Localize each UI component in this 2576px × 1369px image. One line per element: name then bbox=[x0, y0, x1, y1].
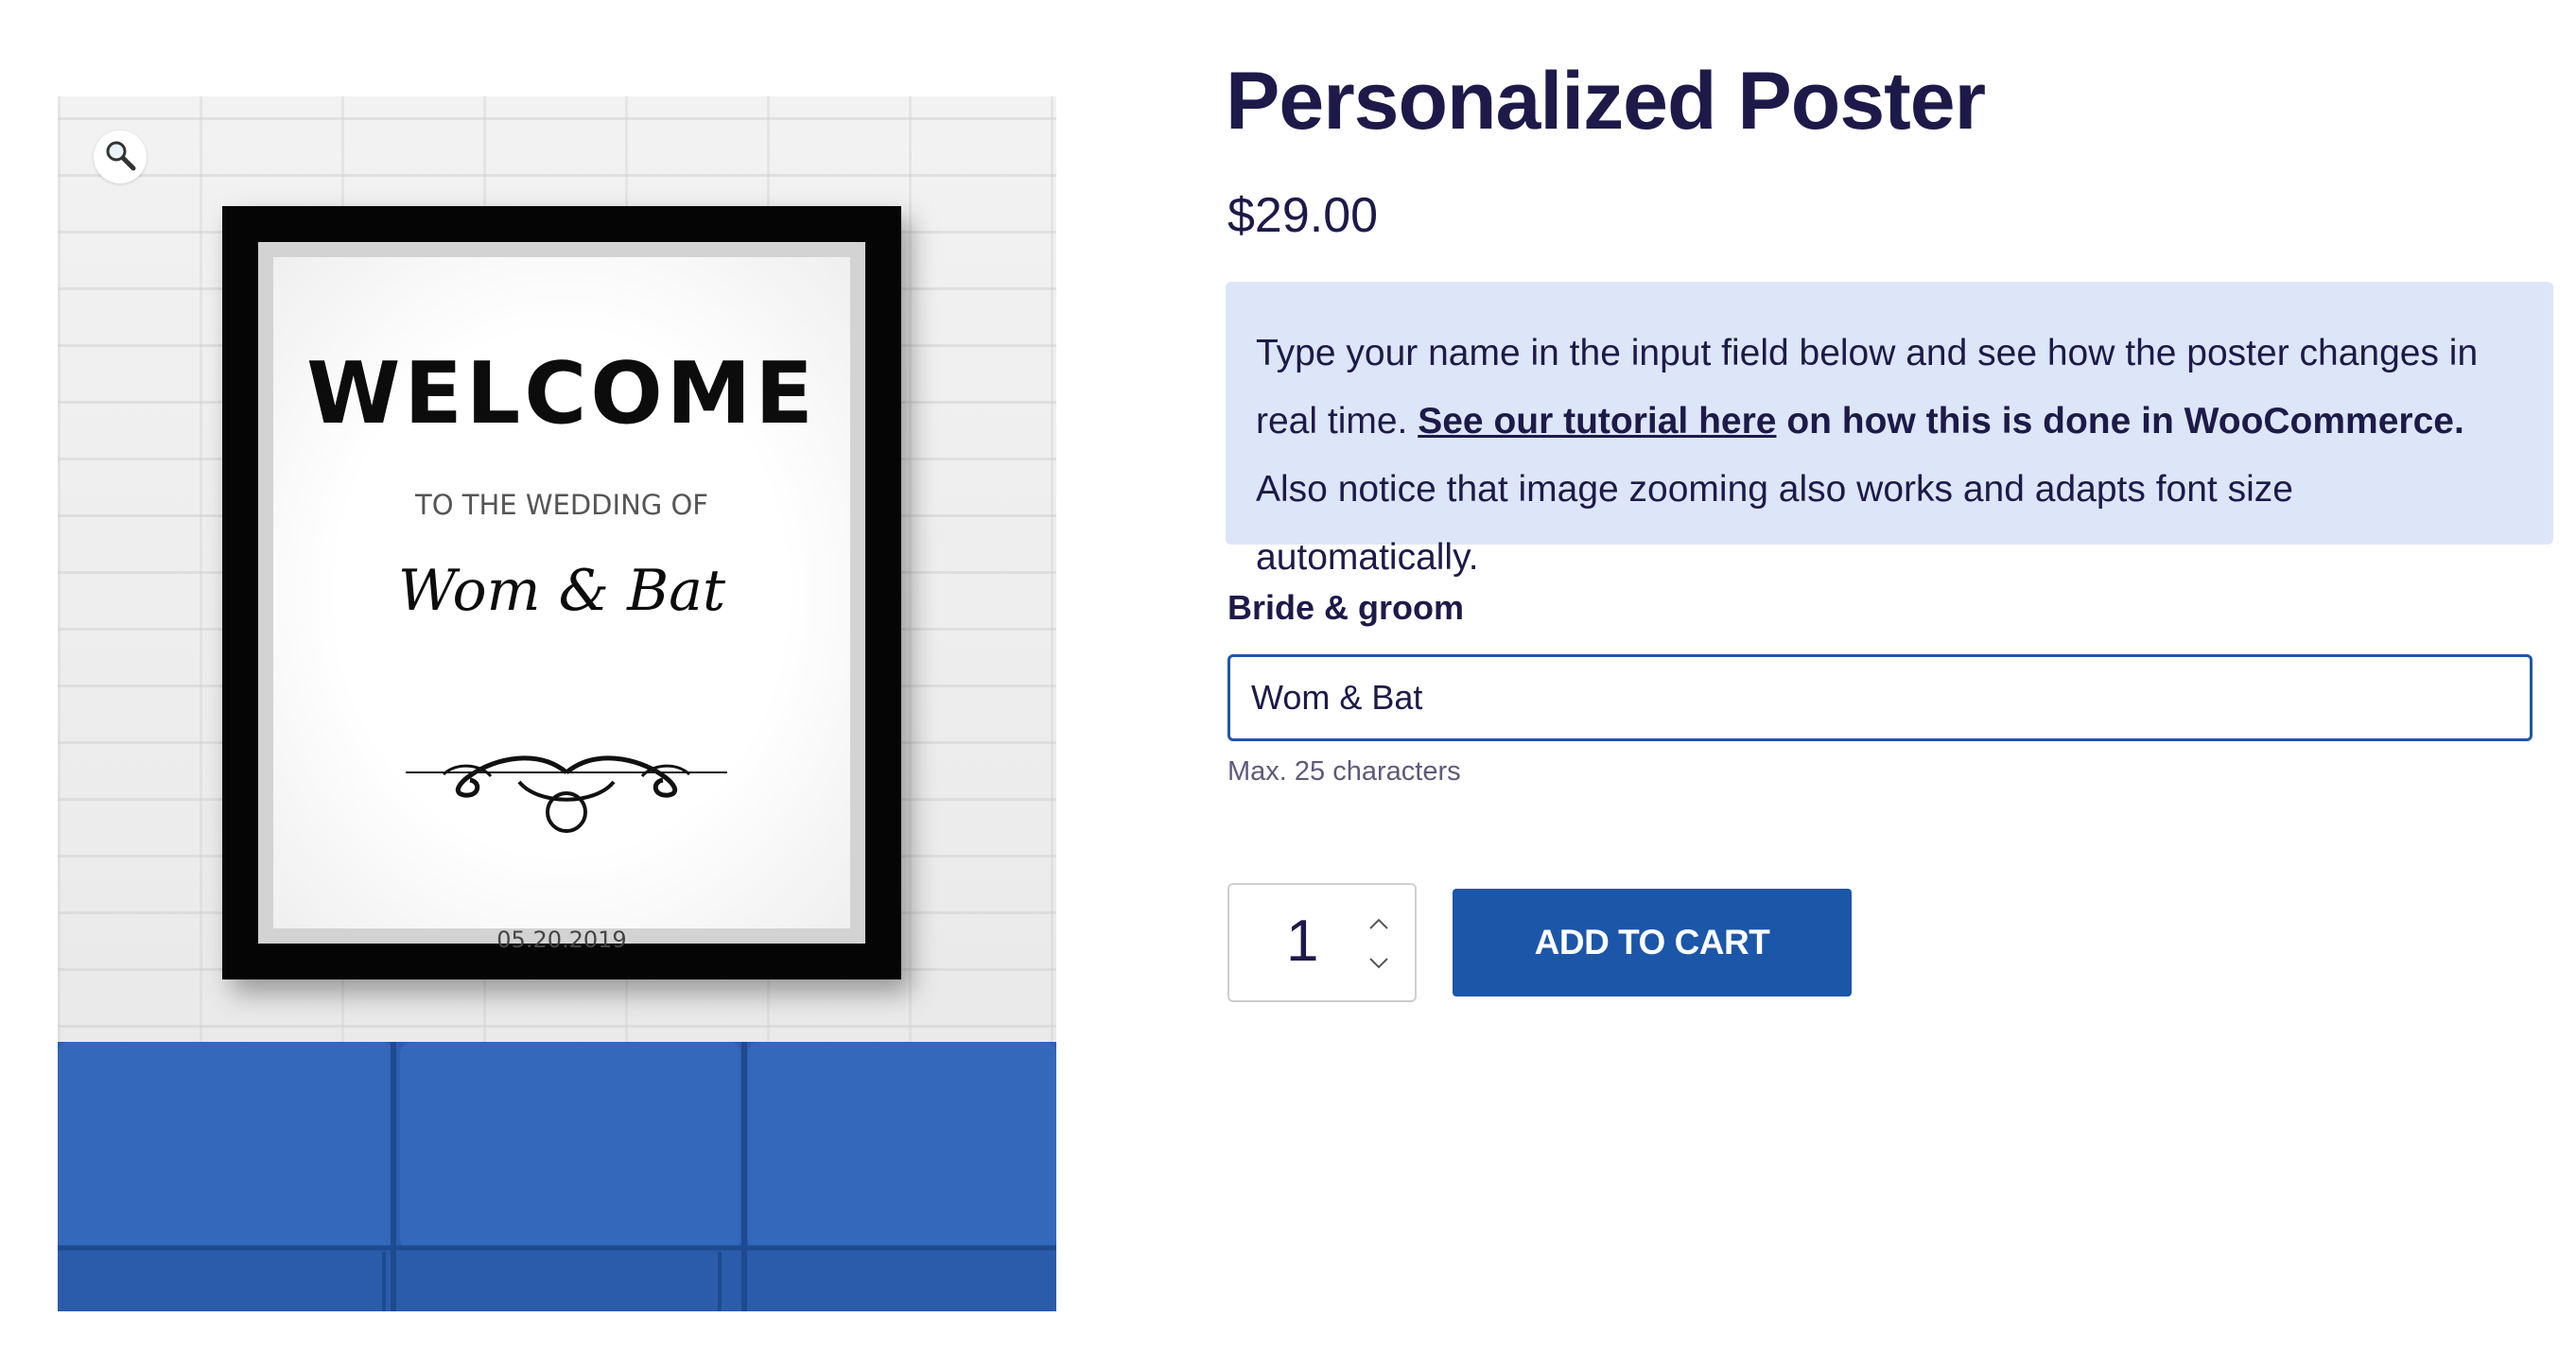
product-price: $29.00 bbox=[1227, 188, 1379, 243]
magnifier-icon bbox=[104, 139, 136, 176]
tutorial-link[interactable]: See our tutorial here bbox=[1418, 401, 1776, 442]
chevron-up-icon[interactable] bbox=[1360, 908, 1398, 940]
notice-text-end: Also notice that image zooming also work… bbox=[1256, 469, 2293, 578]
poster-date: 05.20.2019 bbox=[496, 927, 627, 953]
character-limit-hint: Max. 25 characters bbox=[1227, 756, 1461, 787]
add-to-cart-button[interactable]: ADD TO CART bbox=[1453, 889, 1852, 996]
chevron-down-icon[interactable] bbox=[1360, 947, 1398, 979]
notice-bold-text: on how this is done in WooCommerce. bbox=[1776, 401, 2464, 442]
ornament-flourish-icon bbox=[406, 755, 727, 833]
poster-frame: WELCOME TO THE WEDDING OF Wom & Bat 05.2… bbox=[222, 206, 901, 979]
poster-mat: WELCOME TO THE WEDDING OF Wom & Bat 05.2… bbox=[258, 242, 865, 953]
poster-subheading: TO THE WEDDING OF bbox=[415, 489, 708, 521]
poster-print: WELCOME TO THE WEDDING OF Wom & Bat 05.2… bbox=[273, 257, 850, 953]
quantity-stepper[interactable]: 1 bbox=[1227, 883, 1417, 1002]
quantity-value[interactable]: 1 bbox=[1286, 908, 1318, 975]
bride-groom-label: Bride & groom bbox=[1227, 588, 1465, 627]
blue-sofa bbox=[58, 1042, 1056, 1311]
product-image[interactable]: WELCOME TO THE WEDDING OF Wom & Bat 05.2… bbox=[58, 96, 1056, 1311]
product-title: Personalized Poster bbox=[1226, 56, 1986, 147]
zoom-button[interactable] bbox=[94, 130, 147, 183]
poster-headline: WELCOME bbox=[306, 344, 817, 443]
poster-names: Wom & Bat bbox=[397, 558, 726, 624]
bride-groom-input[interactable] bbox=[1227, 654, 2532, 741]
info-notice: Type your name in the input field below … bbox=[1226, 282, 2553, 578]
